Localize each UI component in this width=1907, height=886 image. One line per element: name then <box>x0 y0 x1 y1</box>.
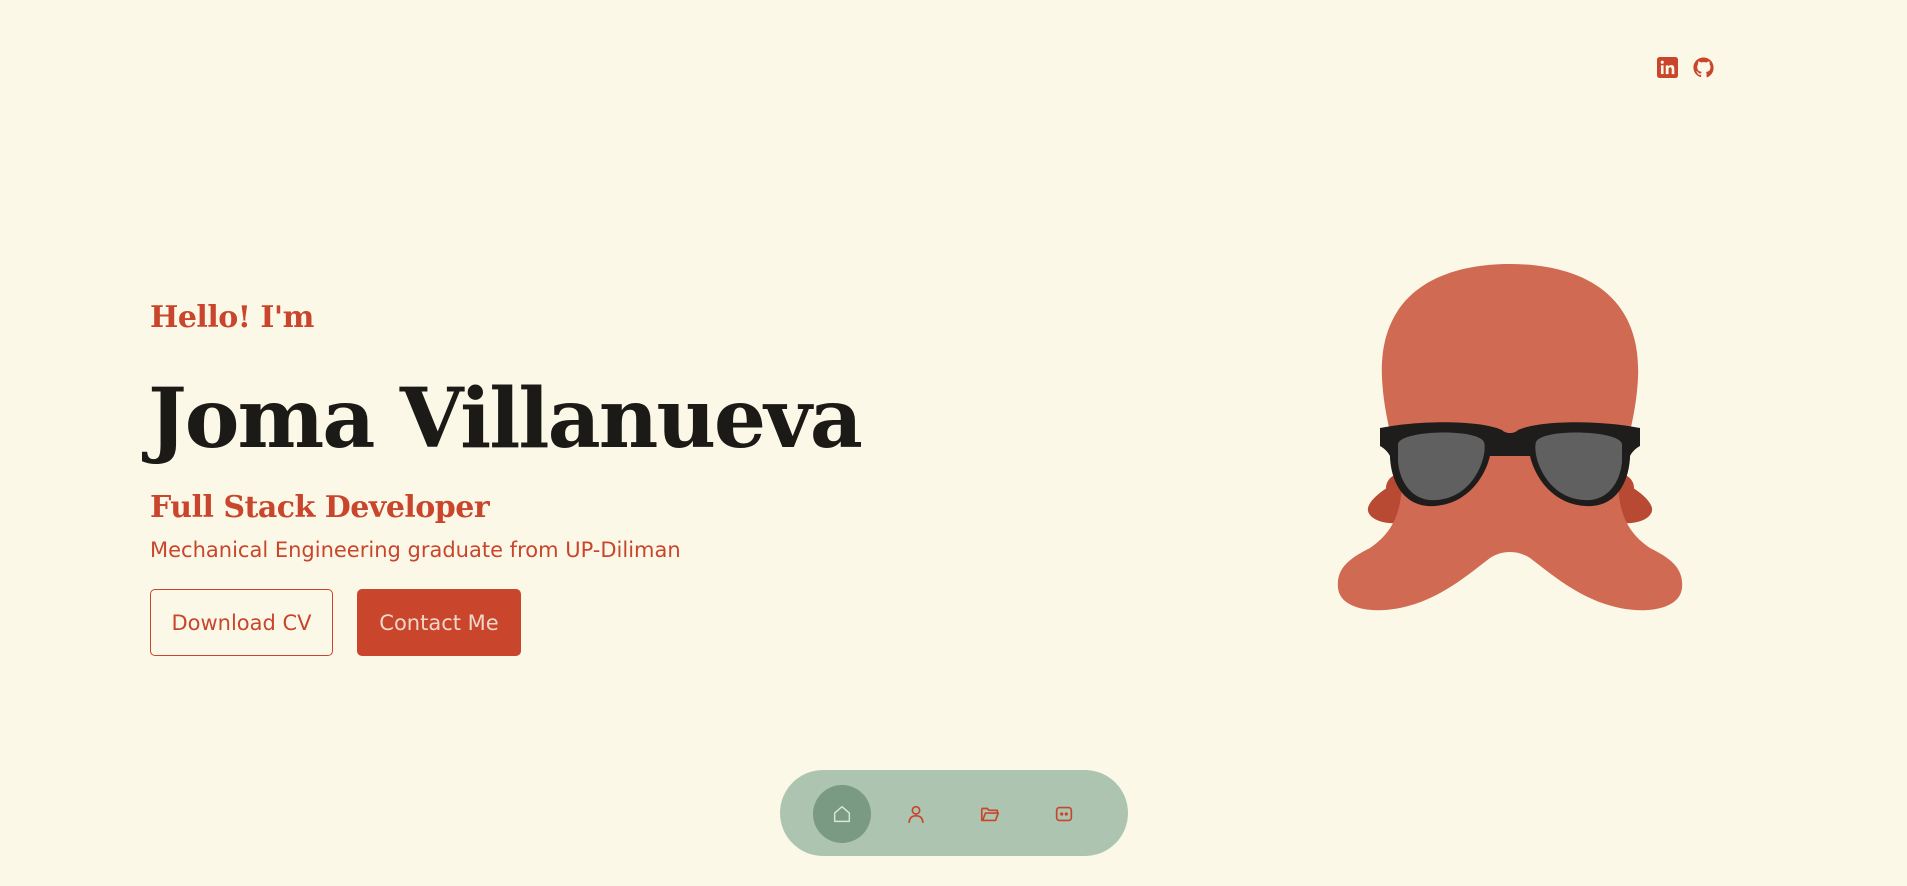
home-icon <box>833 805 851 823</box>
dock-about-button[interactable] <box>887 785 945 843</box>
social-links <box>1657 57 1714 78</box>
dock-home-button[interactable] <box>813 785 871 843</box>
contact-me-button[interactable]: Contact Me <box>357 589 521 656</box>
greeting-text: Hello! I'm <box>150 300 314 335</box>
octopus-mascot-illustration <box>1337 264 1683 611</box>
linkedin-icon <box>1657 57 1678 78</box>
download-cv-button[interactable]: Download CV <box>150 589 333 656</box>
hero-subtitle: Mechanical Engineering graduate from UP-… <box>150 538 681 562</box>
github-icon <box>1693 57 1714 78</box>
dock-projects-button[interactable] <box>961 785 1019 843</box>
hero-name: Joma Villanueva <box>148 371 863 467</box>
github-link[interactable] <box>1693 57 1714 78</box>
folder-icon <box>980 807 1000 822</box>
chat-icon <box>1055 806 1073 822</box>
user-icon <box>908 805 924 824</box>
dock-contact-button[interactable] <box>1035 785 1093 843</box>
linkedin-link[interactable] <box>1657 57 1678 78</box>
bottom-dock-nav <box>780 770 1128 856</box>
job-title: Full Stack Developer <box>150 490 490 525</box>
